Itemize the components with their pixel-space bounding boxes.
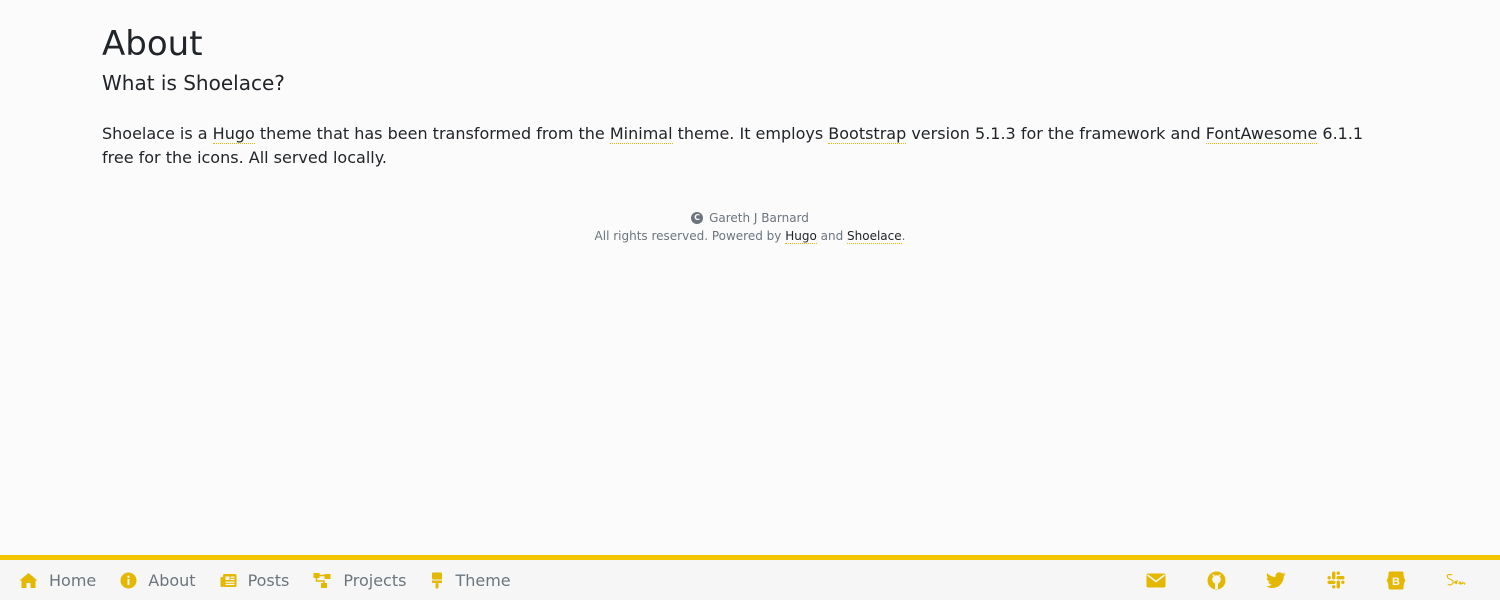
fontawesome-link[interactable]: FontAwesome — [1205, 124, 1318, 144]
copyright-row: C Gareth J Barnard — [0, 209, 1500, 227]
paragraph-text: version 5.1.3 for the framework and — [906, 124, 1206, 143]
envelope-icon[interactable] — [1146, 570, 1166, 590]
rights-text: All rights reserved. Powered by — [594, 229, 786, 243]
and-text: and — [816, 229, 848, 243]
period-text: . — [901, 229, 906, 243]
twitter-icon[interactable] — [1266, 570, 1286, 590]
newspaper-icon — [220, 573, 237, 588]
nav-item-label: Posts — [247, 570, 290, 590]
nav-item-label: Theme — [455, 570, 511, 590]
rights-row: All rights reserved. Powered by Hugo and… — [0, 227, 1500, 245]
page-subtitle: What is Shoelace? — [102, 71, 285, 95]
bootstrap-link[interactable]: Bootstrap — [828, 124, 907, 144]
nav-item-about[interactable]: About — [120, 570, 196, 590]
paragraph-text: Shoelace is a — [102, 124, 213, 143]
main-content: About What is Shoelace? Shoelace is a Hu… — [102, 22, 1382, 170]
svg-text:B: B — [1392, 576, 1400, 588]
github-icon[interactable] — [1206, 570, 1226, 590]
nav-item-projects[interactable]: Projects — [313, 571, 406, 590]
footer-shoelace-link[interactable]: Shoelace — [847, 229, 902, 244]
paragraph-text: theme that has been transformed from the — [254, 124, 610, 143]
author-name: Gareth J Barnard — [709, 211, 809, 225]
copyright-icon: C — [691, 212, 704, 224]
nav-item-label: Home — [49, 570, 97, 590]
site-footer: C Gareth J Barnard All rights reserved. … — [0, 209, 1500, 245]
minimal-link[interactable]: Minimal — [609, 124, 673, 144]
paintbrush-icon — [430, 572, 444, 589]
page: About What is Shoelace? Shoelace is a Hu… — [0, 0, 1500, 600]
bottom-navbar: Home About Posts Projects Theme B — [0, 555, 1500, 600]
slack-icon[interactable] — [1326, 570, 1346, 590]
social-links: B — [1146, 570, 1500, 590]
intro-paragraph: Shoelace is a Hugo theme that has been t… — [102, 122, 1382, 170]
nav-item-label: About — [148, 570, 196, 590]
nav-item-home[interactable]: Home — [19, 571, 96, 590]
footer-hugo-link[interactable]: Hugo — [785, 229, 817, 244]
hugo-link[interactable]: Hugo — [212, 124, 255, 144]
home-icon — [19, 572, 38, 589]
bootstrap-icon[interactable]: B — [1386, 570, 1406, 590]
sass-icon[interactable] — [1446, 570, 1466, 590]
paragraph-text: theme. It employs — [672, 124, 829, 143]
sitemap-icon — [313, 572, 332, 589]
page-title: About — [102, 24, 203, 64]
nav-item-theme[interactable]: Theme — [430, 570, 511, 590]
nav-menu: Home About Posts Projects Theme — [0, 571, 511, 590]
info-icon — [120, 572, 137, 589]
nav-item-posts[interactable]: Posts — [220, 570, 290, 590]
nav-item-label: Projects — [343, 570, 407, 590]
